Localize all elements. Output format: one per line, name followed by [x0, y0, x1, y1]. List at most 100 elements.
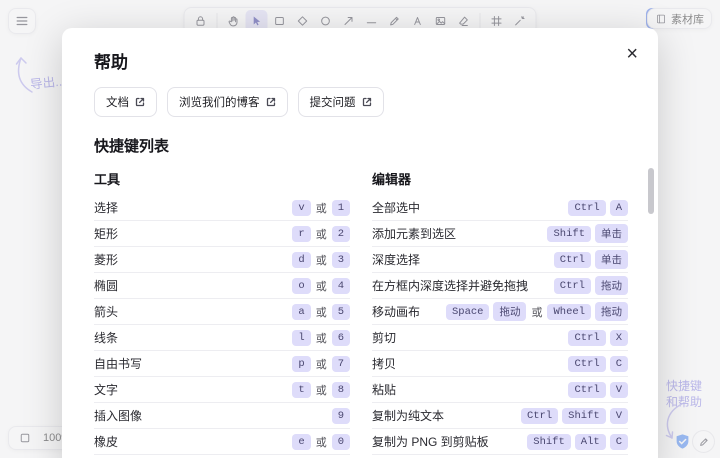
- key-chip: 7: [331, 355, 350, 372]
- column-title: 工具: [94, 172, 121, 187]
- external-link-icon: [266, 97, 275, 107]
- shortcut-row: 线条 l 或 6: [94, 325, 350, 351]
- or-separator: 或: [315, 202, 327, 215]
- key-chip: l: [292, 329, 311, 346]
- shortcut-keys: e或0: [292, 433, 350, 450]
- key-chip: v: [292, 199, 311, 216]
- shortcut-row: 粘贴 Ctrl V: [372, 377, 628, 403]
- help-link-button[interactable]: 浏览我们的博客: [167, 87, 288, 117]
- shortcut-keys: Ctrl V: [568, 381, 628, 398]
- shortcut-label: 复制为纯文本: [372, 409, 445, 423]
- or-separator: 或: [315, 306, 327, 319]
- key-chip: a: [292, 303, 311, 320]
- close-button[interactable]: ×: [622, 40, 642, 68]
- help-link-button[interactable]: 文档: [94, 87, 157, 117]
- help-link-label: 文档: [106, 97, 129, 109]
- help-dialog: 帮助 × 文档 浏览我们的博客 提交问题 快捷键列表 工具 选择 v 或 1 矩形 r 或 2 菱形 d…: [62, 28, 658, 458]
- shortcut-row: 复制为 PNG 到剪贴板 Shift Alt C: [372, 429, 628, 455]
- shortcut-label: 粘贴: [372, 383, 397, 397]
- shortcut-keys: Ctrl C: [568, 355, 628, 372]
- shortcut-keys: Shift 单击: [547, 224, 628, 243]
- dialog-title: 帮助: [94, 53, 128, 72]
- shortcut-row: 移动画布 Space 拖动或 Wheel 拖动: [372, 299, 628, 325]
- shortcut-row: 橡皮 e 或 0: [94, 429, 350, 455]
- shortcut-keys: a或5: [292, 303, 350, 320]
- key-chip: Wheel: [547, 303, 591, 320]
- key-chip: d: [292, 251, 311, 268]
- key-chip: 3: [331, 251, 350, 268]
- key-chip: Shift: [562, 407, 606, 424]
- key-chip: 2: [331, 225, 350, 242]
- shortcut-label: 剪切: [372, 331, 397, 345]
- key-chip: r: [292, 225, 311, 242]
- shortcut-row: 选择 v 或 1: [94, 195, 350, 221]
- shortcut-label: 线条: [94, 331, 119, 345]
- shortcut-label: 拷贝: [372, 357, 397, 371]
- shortcut-label: 椭圆: [94, 279, 119, 293]
- key-chip: 4: [331, 277, 350, 294]
- key-chip: Ctrl: [568, 199, 606, 216]
- or-separator: 或: [315, 332, 327, 345]
- shortcut-keys: Ctrl X: [568, 329, 628, 346]
- or-separator: 或: [315, 436, 327, 449]
- shortcut-row: 深度选择 Ctrl 单击: [372, 247, 628, 273]
- key-chip: 单击: [595, 250, 628, 269]
- shortcut-label: 菱形: [94, 253, 119, 267]
- key-chip: Ctrl: [568, 381, 606, 398]
- help-links: 文档 浏览我们的博客 提交问题: [94, 87, 628, 117]
- key-chip: 9: [331, 407, 350, 424]
- shortcut-keys: t或8: [292, 381, 350, 398]
- key-chip: C: [609, 433, 628, 450]
- key-chip: 拖动: [595, 302, 628, 321]
- shortcut-keys: o或4: [292, 277, 350, 294]
- shortcut-label: 复制为 PNG 到剪贴板: [372, 435, 489, 449]
- or-separator: 或: [315, 384, 327, 397]
- shortcut-label: 文字: [94, 383, 119, 397]
- key-chip: 8: [331, 381, 350, 398]
- key-chip: t: [292, 381, 311, 398]
- shortcut-row: 箭头 a 或 5: [94, 299, 350, 325]
- or-separator: 或: [315, 254, 327, 267]
- key-chip: Ctrl: [568, 329, 606, 346]
- shortcut-keys: Ctrl Shift V: [520, 407, 628, 424]
- shortcut-row: 复制为纯文本 Ctrl Shift V: [372, 403, 628, 429]
- key-chip: Ctrl: [520, 407, 559, 424]
- key-chip: V: [609, 407, 628, 424]
- key-chip: 单击: [595, 224, 628, 243]
- shortcut-keys: Ctrl 拖动: [553, 276, 628, 295]
- shortcut-label: 选择: [94, 201, 119, 215]
- shortcut-row: 插入图像 9: [94, 403, 350, 429]
- shortcut-label: 深度选择: [372, 253, 421, 267]
- shortcut-row: 剪切 Ctrl X: [372, 325, 628, 351]
- shortcut-row: 矩形 r 或 2: [94, 221, 350, 247]
- shortcut-keys: Ctrl A: [568, 199, 628, 216]
- shortcuts-section-title: 快捷键列表: [94, 138, 170, 155]
- key-chip: Ctrl: [553, 251, 591, 268]
- shortcut-row: 拷贝 Ctrl C: [372, 351, 628, 377]
- shortcut-keys: 9: [331, 407, 350, 424]
- key-chip: Shift: [547, 225, 591, 242]
- key-chip: Ctrl: [553, 277, 591, 294]
- shortcut-label: 移动画布: [372, 305, 421, 319]
- help-link-button[interactable]: 提交问题: [297, 87, 384, 117]
- shortcut-label: 插入图像: [94, 409, 143, 423]
- external-link-icon: [135, 97, 145, 107]
- help-link-label: 提交问题: [309, 97, 356, 109]
- shortcut-row: 椭圆 o 或 4: [94, 273, 350, 299]
- key-chip: 拖动: [493, 302, 527, 321]
- shortcut-keys: v或1: [292, 199, 350, 216]
- shortcut-row: 全部选中 Ctrl A: [372, 195, 628, 221]
- key-chip: Alt: [574, 433, 606, 450]
- column-title: 编辑器: [372, 172, 412, 187]
- shortcut-row: 添加元素到选区 Shift 单击: [372, 221, 628, 247]
- shortcut-columns: 工具 选择 v 或 1 矩形 r 或 2 菱形 d 或 3 椭圆 o 或 4 箭头 a 或 5 线条 l 或 6 自由书写 p 或 7 文…: [94, 164, 628, 455]
- shortcut-label: 橡皮: [94, 435, 119, 449]
- shortcut-row: 在方框内深度选择并避免拖拽 Ctrl 拖动: [372, 273, 628, 299]
- shortcut-keys: l或6: [292, 329, 350, 346]
- help-link-label: 浏览我们的博客: [179, 97, 260, 109]
- key-chip: 1: [331, 199, 350, 216]
- key-chip: 5: [331, 303, 350, 320]
- key-chip: V: [609, 381, 628, 398]
- dialog-scrollbar[interactable]: [648, 168, 654, 214]
- shortcut-keys: p或7: [292, 355, 350, 372]
